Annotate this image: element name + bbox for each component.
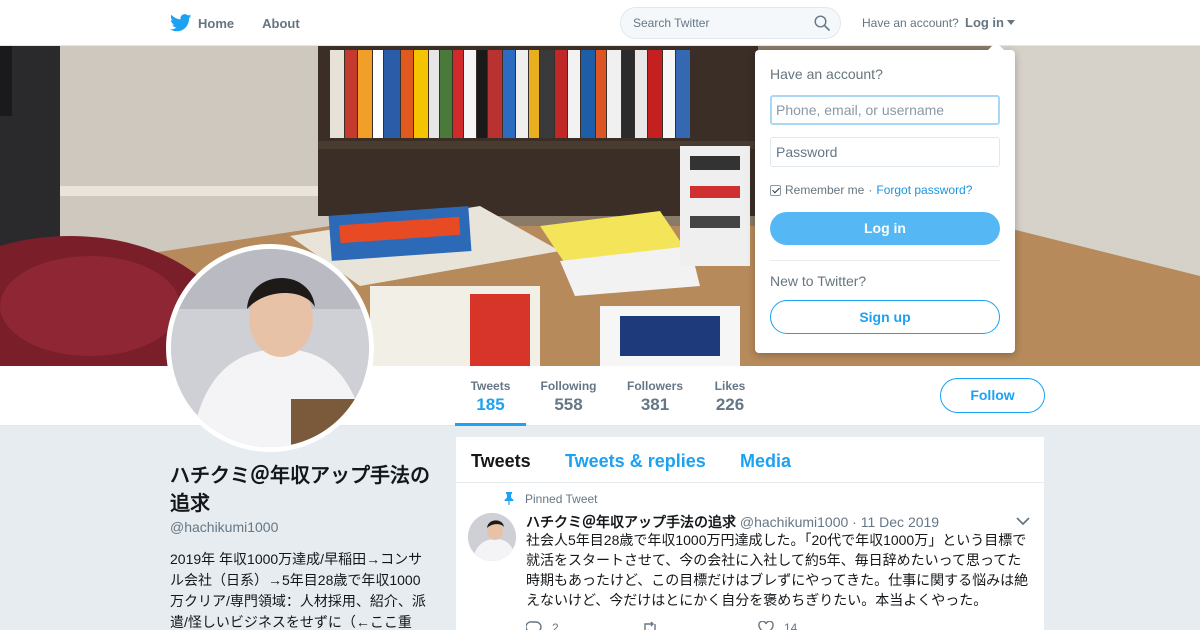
tweet-author-avatar[interactable]: [468, 513, 516, 561]
home-label: Home: [198, 15, 235, 31]
remember-me-label[interactable]: Remember me: [785, 183, 864, 197]
stat-tweets-label: Tweets: [470, 379, 511, 393]
twitter-bird-icon: [170, 14, 192, 32]
search-input[interactable]: Search Twitter: [620, 7, 841, 39]
remember-me-row: Remember me · Forgot password?: [770, 183, 972, 197]
reply-icon: [526, 621, 542, 630]
reply-action[interactable]: 2: [526, 621, 606, 630]
search-placeholder: Search Twitter: [633, 16, 710, 30]
reply-count: 2: [552, 621, 559, 630]
username-input[interactable]: Phone, email, or username: [770, 95, 1000, 125]
login-label: Log in: [965, 15, 1004, 30]
about-nav-link[interactable]: About: [262, 16, 300, 31]
heart-icon: [758, 621, 774, 630]
tweet-text: 社会人5年目28歳で年収1000万円達成した。「20代で年収1000万」という目…: [526, 532, 1029, 608]
tweet-avatar-photo: [468, 513, 516, 561]
search-icon[interactable]: [814, 15, 830, 31]
tweet-actions: 2 14: [526, 621, 838, 630]
chevron-down-icon[interactable]: [1016, 516, 1030, 526]
new-to-twitter-text: New to Twitter?: [770, 273, 867, 289]
tab-tweets[interactable]: Tweets: [471, 451, 531, 472]
stat-likes-label: Likes: [714, 379, 746, 393]
login-dropdown-toggle[interactable]: Log in: [965, 15, 1015, 30]
pinned-tweet-indicator: Pinned Tweet: [504, 492, 598, 506]
pin-icon: [504, 492, 514, 505]
profile-name: ハチクミ＠年収アップ手法の追求: [170, 465, 430, 515]
stat-tweets[interactable]: Tweets 185: [455, 366, 526, 426]
password-input[interactable]: Password: [770, 137, 1000, 167]
login-button[interactable]: Log in: [770, 212, 1000, 245]
tweet-author-name[interactable]: ハチクミ＠年収アップ手法の追求: [526, 514, 736, 530]
stat-followers-value: 381: [640, 395, 670, 414]
stat-following-label: Following: [540, 379, 597, 393]
profile-avatar[interactable]: [166, 244, 374, 452]
tab-tweets-replies[interactable]: Tweets & replies: [565, 451, 706, 472]
tweet-header: ハチクミ＠年収アップ手法の追求 @hachikumi1000 · 11 Dec …: [526, 512, 939, 532]
profile-bio: 2019年 年収1000万達成/早稲田→コンサル会社（日系）→5年目28歳で年収…: [170, 551, 426, 630]
like-action[interactable]: 14: [758, 621, 838, 630]
tab-media[interactable]: Media: [740, 451, 791, 472]
login-dropdown: Have an account? Phone, email, or userna…: [755, 42, 1015, 353]
stat-following-value: 558: [554, 395, 583, 414]
signup-button[interactable]: Sign up: [770, 300, 1000, 334]
home-nav-link[interactable]: Home: [170, 14, 234, 32]
stat-likes-value: 226: [715, 395, 745, 414]
username-placeholder: Phone, email, or username: [776, 102, 945, 118]
tweet-date[interactable]: 11 Dec 2019: [861, 514, 939, 530]
forgot-password-link[interactable]: Forgot password?: [876, 183, 972, 197]
top-navigation-bar: Home About Search Twitter Have an accoun…: [0, 0, 1200, 46]
have-account-text: Have an account?: [862, 16, 959, 30]
avatar-photo: [171, 249, 369, 447]
dropdown-divider: [770, 260, 1000, 261]
retweet-icon: [644, 621, 656, 630]
timeline: Tweets Tweets & replies Media Pinned Twe…: [456, 437, 1044, 630]
stat-following[interactable]: Following 558: [531, 366, 606, 426]
stat-followers[interactable]: Followers 381: [617, 366, 693, 426]
remember-separator: ·: [868, 183, 873, 197]
tweet-author-handle[interactable]: @hachikumi1000: [740, 514, 848, 530]
pinned-label: Pinned Tweet: [525, 492, 598, 506]
tweet-meta-separator: ·: [852, 514, 857, 530]
profile-handle[interactable]: @hachikumi1000: [170, 519, 278, 535]
retweet-action[interactable]: [642, 621, 722, 630]
dropdown-title: Have an account?: [770, 66, 883, 82]
stat-followers-label: Followers: [626, 379, 683, 393]
stat-likes[interactable]: Likes 226: [704, 366, 756, 426]
about-label: About: [262, 15, 300, 31]
password-placeholder: Password: [776, 144, 838, 160]
follow-button[interactable]: Follow: [940, 378, 1045, 413]
remember-me-checkbox[interactable]: [770, 184, 781, 196]
nav-left: Home About: [170, 0, 300, 46]
caret-down-icon: [1007, 20, 1015, 25]
like-count: 14: [784, 621, 798, 630]
stat-tweets-value: 185: [476, 395, 505, 414]
timeline-tabs: Tweets Tweets & replies Media: [456, 437, 1044, 483]
